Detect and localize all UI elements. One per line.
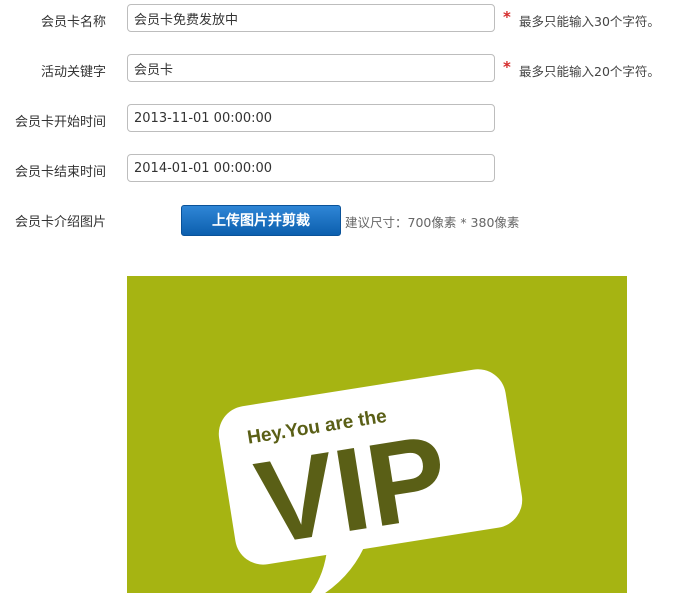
keyword-hint: 最多只能输入20个字符。 [519, 64, 660, 79]
intro-image-label: 会员卡介绍图片 [14, 215, 106, 230]
card-name-label: 会员卡名称 [40, 15, 106, 30]
end-time-label: 会员卡结束时间 [14, 165, 106, 180]
start-time-input[interactable] [127, 104, 495, 132]
keyword-input[interactable] [127, 54, 495, 82]
vip-card-graphic: Hey.You are the VIP [127, 276, 627, 597]
keyword-required-mark: * [503, 58, 511, 76]
card-name-required-mark: * [503, 8, 511, 26]
end-time-input[interactable] [127, 154, 495, 182]
card-name-hint: 最多只能输入30个字符。 [519, 14, 660, 29]
card-name-input[interactable] [127, 4, 495, 32]
start-time-label: 会员卡开始时间 [14, 115, 106, 130]
card-preview-image: Hey.You are the VIP [127, 276, 627, 597]
image-size-hint: 建议尺寸：700像素 * 380像素 [345, 215, 520, 230]
keyword-label: 活动关键字 [40, 65, 106, 80]
upload-crop-button[interactable]: 上传图片并剪裁 [181, 205, 341, 236]
